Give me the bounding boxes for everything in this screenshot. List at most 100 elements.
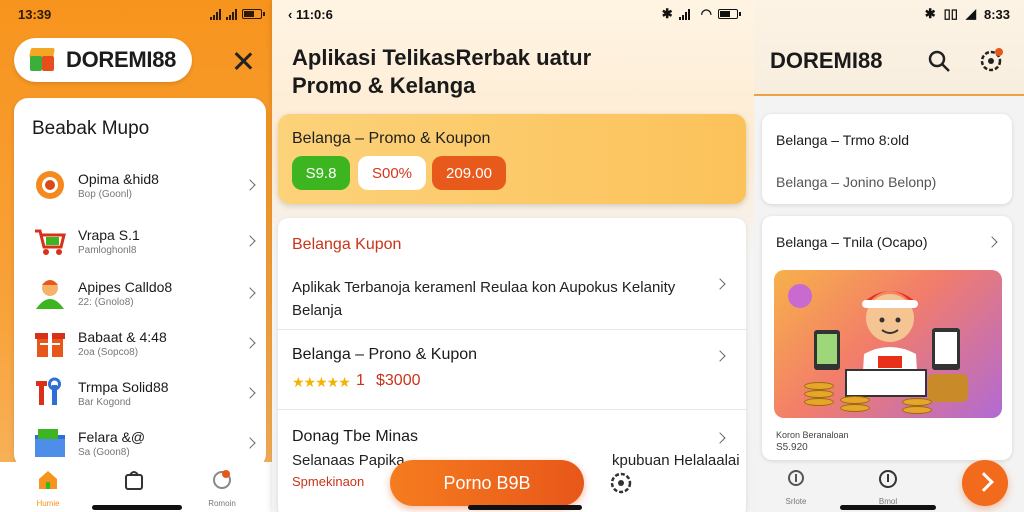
signal-icon: ◢ [965, 6, 976, 21]
lifebuoy-icon [32, 167, 68, 203]
menu-item-sub: 22: (Gnolo8) [78, 296, 134, 308]
menu-item-6[interactable]: Felara &@ Sa (Goon8) [32, 420, 262, 466]
chip-percent[interactable]: S00% [358, 156, 426, 190]
section-line-end: kpubuan Helalaalai [612, 452, 740, 469]
settings-icon[interactable] [608, 470, 634, 501]
page-title-line1: Aplikasi TelikasRerbak uatur [292, 45, 592, 70]
menu-item-3[interactable]: Apipes Calldo8 22: (Gnolo8) [32, 270, 262, 316]
wifi-icon: ◠ [700, 6, 712, 21]
bluetooth-icon: ✱ [924, 6, 936, 21]
menu-item-4[interactable]: Babaat & 4:48 2oa (Sopco8) [32, 320, 262, 366]
tab-bar: Srlote Bmol [754, 462, 954, 512]
page-title-line2: Promo & Kelanga [292, 73, 476, 98]
tab-home-label: Humie [36, 499, 60, 508]
menu-item-title: Opima &hid8 [78, 170, 159, 187]
tab-home[interactable]: Humie [18, 468, 78, 508]
home-indicator [92, 505, 182, 510]
menu-item-title: Trmpa Solid88 [78, 378, 169, 395]
featured-caption: Koron Beranaloan [776, 430, 849, 440]
coin-icon [902, 406, 932, 414]
back-chevron-icon: ‹ [288, 6, 296, 22]
section-line: Selanaas Papika kpubuan Helalaalai [292, 452, 740, 469]
tab-search[interactable]: Srlote [766, 468, 826, 506]
menu-item-5[interactable]: Trmpa Solid88 Bar Kogond [32, 370, 262, 416]
chip-price-2[interactable]: 209.00 [432, 156, 506, 190]
tab-promo-label: Romoin [208, 499, 236, 508]
chevron-right-icon [244, 337, 256, 349]
brand-header[interactable]: DOREMI88 [14, 38, 192, 82]
chevron-right-icon [244, 235, 256, 247]
featured-card[interactable]: Belanga – Tnila (Ocapo) Koron Beranaloan… [762, 216, 1012, 460]
tab-info[interactable]: Bmol [858, 468, 918, 506]
menu-item-2[interactable]: Vrapa S.1 Pamloghonl8 [32, 218, 262, 264]
chevron-right-icon [244, 437, 256, 449]
promo-card[interactable]: Belanga – Promo & Koupon S9.8 S00% 209.0… [278, 114, 746, 204]
chip-price-1[interactable]: S9.8 [292, 156, 350, 190]
detail-panel: ✱ ▯▯ ◢ 8:33 DOREMI88 Belanga – Trmo 8:ol… [754, 0, 1024, 512]
shopper-illustration [774, 270, 1002, 418]
badge-icon [213, 470, 231, 489]
cart-icon [32, 223, 68, 259]
kupon-desc: Aplikak Terbanoja keramenl Reulaa kon Au… [292, 279, 676, 319]
back-and-time[interactable]: ‹ 11:0:6 [288, 7, 333, 22]
menu-item-1[interactable]: Opima &hid8 Bop (Goonl) [32, 162, 262, 208]
menu-item-title: Vrapa S.1 [78, 226, 140, 243]
list-item-product[interactable]: Belanga – Prono & Kupon ★★★★★ 1 $3000 [278, 330, 746, 410]
menu-item-title: Babaat & 4:48 [78, 328, 167, 345]
search-badge-icon [788, 470, 804, 486]
tools-icon [32, 375, 68, 411]
promo-fab-button[interactable]: Porno B9B [390, 460, 584, 506]
info-card[interactable]: Belanga – Trmo 8:old Belanga – Jonino Be… [762, 114, 1012, 204]
menu-item-sub: Pamloghonl8 [78, 244, 137, 256]
battery-icon [242, 9, 265, 19]
tab-bag[interactable] [104, 468, 164, 497]
search-icon[interactable] [926, 48, 952, 79]
signal-icon [678, 8, 690, 20]
coin-icon [804, 398, 834, 406]
coin-icon [902, 398, 932, 406]
rating-value: 1 [356, 372, 365, 389]
status-time: 13:39 [18, 6, 52, 22]
promo-title: Belanga – Promo & Koupon [292, 130, 491, 147]
bluetooth-icon: ✱ [661, 6, 673, 21]
status-bar: ‹ 11:0:6 ✱ ◠ [288, 4, 741, 24]
menu-item-sub: Bar Kogond [78, 396, 131, 408]
kupon-title: Belanga Kupon [292, 236, 402, 253]
chevron-right-icon [986, 236, 998, 248]
menu-item-title: Felara &@ [78, 428, 146, 445]
chevron-right-icon [244, 387, 256, 399]
info-icon [879, 470, 897, 488]
tab-bar: Humie Romoin [0, 462, 272, 512]
user-avatar-icon [32, 275, 68, 311]
product-title: Belanga – Prono & Kupon [292, 346, 478, 363]
arrow-right-icon [974, 472, 994, 492]
status-bar: 13:39 [18, 4, 265, 24]
brand-logo-icon [28, 48, 56, 72]
chevron-right-icon [714, 278, 726, 290]
featured-price: S5.920 [776, 442, 808, 453]
list-item-kupon[interactable]: Belanga Kupon Aplikak Terbanoja keramenl… [278, 218, 746, 330]
tab-promo[interactable]: Romoin [192, 468, 252, 508]
home-indicator [840, 505, 936, 510]
chevron-right-icon [714, 432, 726, 444]
gear-icon[interactable] [978, 46, 1006, 79]
close-icon[interactable] [230, 48, 256, 74]
folder-icon [32, 425, 68, 461]
section-link[interactable]: Spmekinaon [292, 474, 364, 489]
brand-name: DOREMI88 [770, 48, 883, 73]
home-icon [39, 471, 57, 489]
signal-icon-2 [226, 8, 237, 20]
menu-panel: 13:39 DOREMI88 Beabak Mupo Opima &hid8 B… [0, 0, 272, 512]
coin-icon [840, 404, 870, 412]
chevron-right-icon [714, 350, 726, 362]
rating-stars: ★★★★★ [292, 374, 351, 390]
vibrate-icon: ▯▯ [943, 6, 958, 21]
home-indicator [468, 505, 582, 510]
go-fab-button[interactable] [962, 460, 1008, 506]
menu-item-sub: Sa (Goon8) [78, 446, 130, 458]
menu-item-title: Apipes Calldo8 [78, 278, 173, 295]
coin-icon [840, 396, 870, 404]
menu-title: Beabak Mupo [32, 118, 150, 139]
featured-title: Belanga – Tnila (Ocapo) [776, 234, 928, 250]
signal-icon [210, 8, 221, 20]
